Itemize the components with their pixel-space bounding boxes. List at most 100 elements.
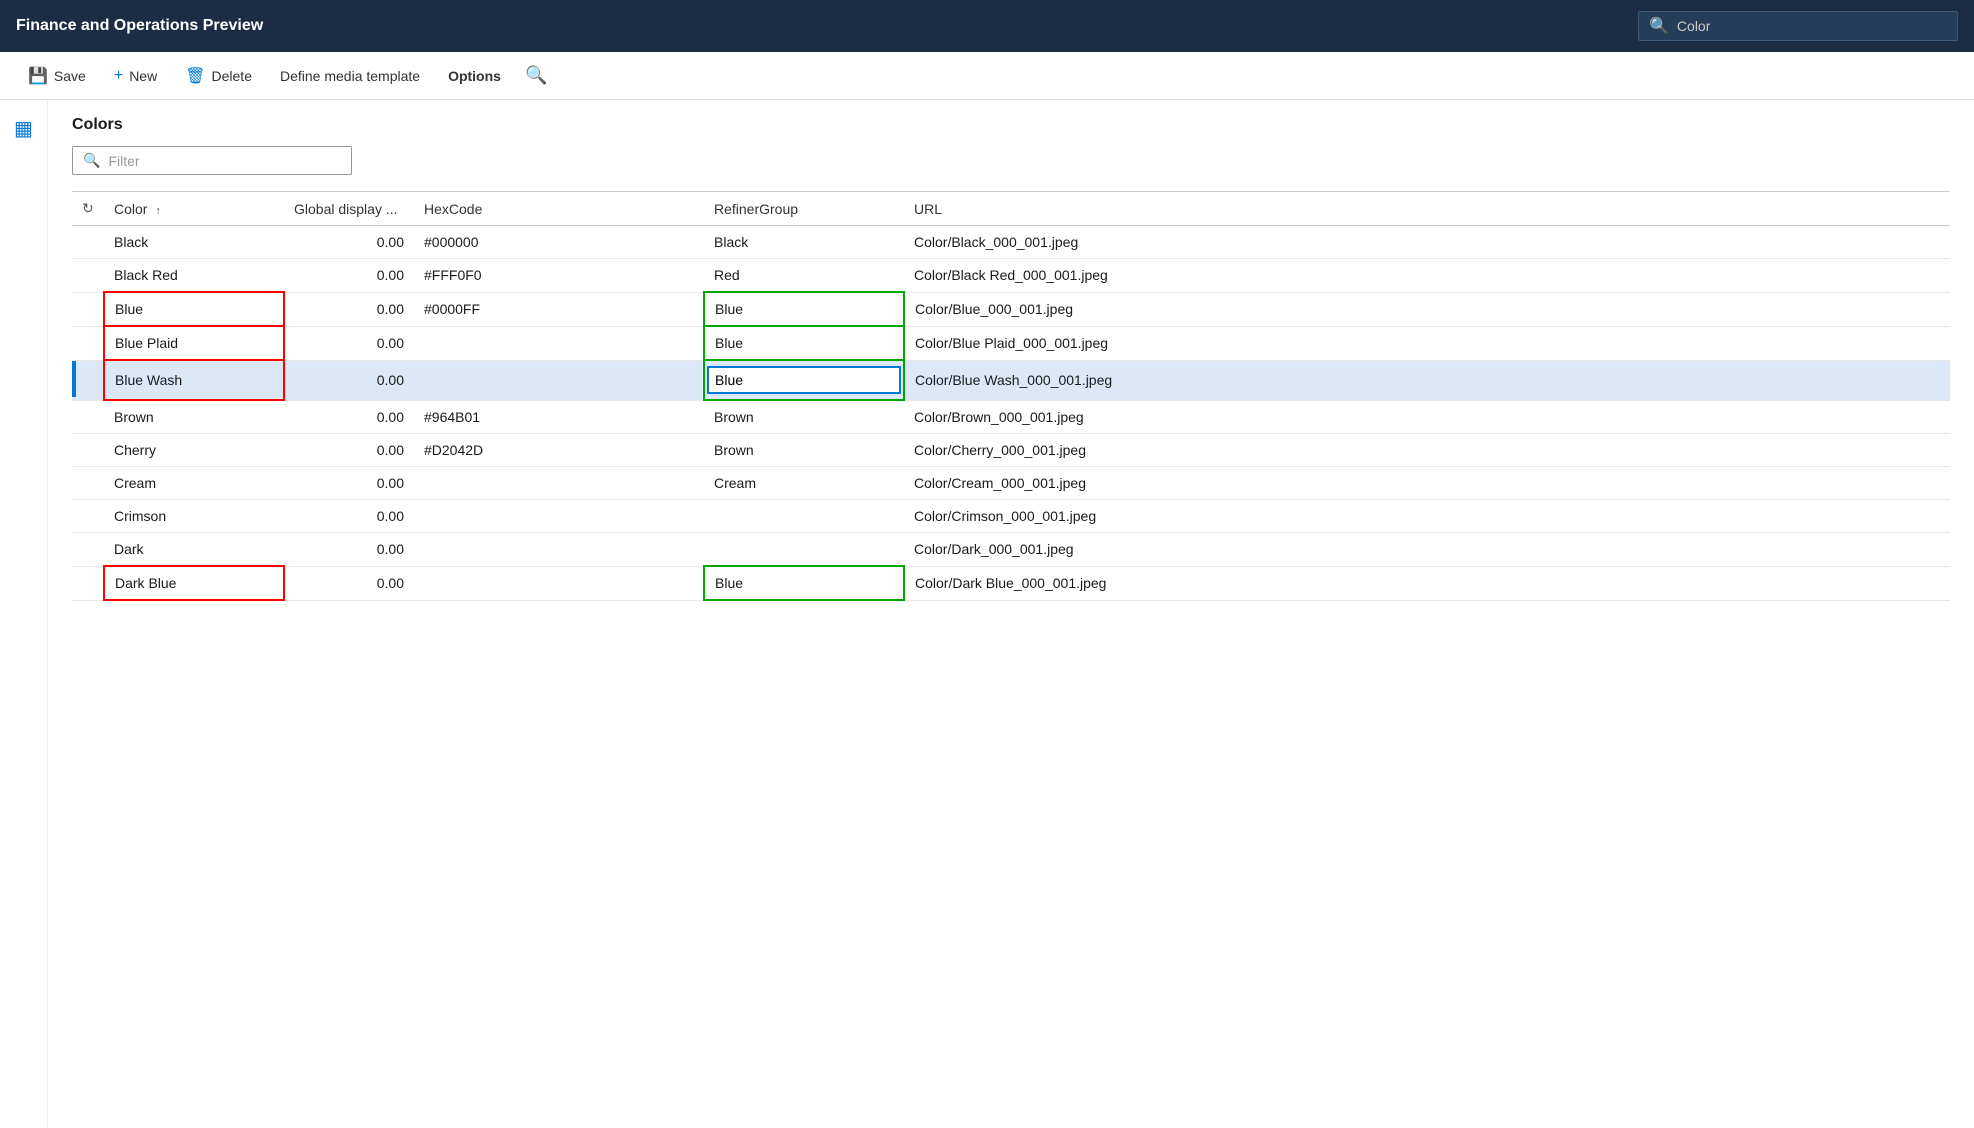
refiner-group-cell[interactable]: Brown xyxy=(704,400,904,434)
table-row[interactable]: Brown0.00#964B01BrownColor/Brown_000_001… xyxy=(72,400,1950,434)
table-header-row: ↻ Color ↑ Global display ... HexCode Ref… xyxy=(72,192,1950,226)
color-cell: Black xyxy=(104,226,284,259)
define-media-label: Define media template xyxy=(280,68,420,84)
section-title: Colors xyxy=(72,116,1950,134)
url-cell: Color/Cream_000_001.jpeg xyxy=(904,467,1950,500)
sidebar-filter: ▦ xyxy=(0,100,48,1128)
global-display-cell: 0.00 xyxy=(284,467,414,500)
hexcode-cell xyxy=(414,326,704,360)
refiner-group-cell[interactable]: Blue xyxy=(704,326,904,360)
new-label: New xyxy=(129,68,157,84)
refiner-group-cell[interactable]: Blue xyxy=(704,292,904,326)
url-cell: Color/Blue_000_001.jpeg xyxy=(904,292,1950,326)
global-display-column-header[interactable]: Global display ... xyxy=(284,192,414,226)
hexcode-cell xyxy=(414,566,704,600)
refiner-group-edit-input[interactable] xyxy=(707,366,901,394)
table-row[interactable]: Black Red0.00#FFF0F0RedColor/Black Red_0… xyxy=(72,259,1950,293)
global-search-box[interactable]: 🔍 xyxy=(1638,11,1958,41)
url-cell: Color/Crimson_000_001.jpeg xyxy=(904,500,1950,533)
options-label: Options xyxy=(448,68,501,84)
content-area: Colors 🔍 ↻ Color ↑ Global display ... xyxy=(48,100,1974,1128)
refiner-group-cell[interactable] xyxy=(704,360,904,400)
hexcode-cell xyxy=(414,533,704,567)
global-display-cell: 0.00 xyxy=(284,533,414,567)
define-media-button[interactable]: Define media template xyxy=(268,62,432,90)
row-indicator-cell xyxy=(72,566,104,600)
filter-icon[interactable]: ▦ xyxy=(14,116,33,1128)
table-row[interactable]: Blue Plaid0.00BlueColor/Blue Plaid_000_0… xyxy=(72,326,1950,360)
refiner-group-cell[interactable] xyxy=(704,500,904,533)
refresh-icon[interactable]: ↻ xyxy=(82,200,94,216)
global-display-cell: 0.00 xyxy=(284,434,414,467)
app-title: Finance and Operations Preview xyxy=(16,17,1618,35)
url-cell: Color/Blue Plaid_000_001.jpeg xyxy=(904,326,1950,360)
search-icon: 🔍 xyxy=(1649,16,1669,36)
delete-button[interactable]: 🗑 Delete xyxy=(173,60,264,92)
url-cell: Color/Cherry_000_001.jpeg xyxy=(904,434,1950,467)
url-cell: Color/Dark Blue_000_001.jpeg xyxy=(904,566,1950,600)
url-cell: Color/Brown_000_001.jpeg xyxy=(904,400,1950,434)
row-indicator-cell xyxy=(72,226,104,259)
filter-search-icon: 🔍 xyxy=(83,152,100,169)
color-cell: Dark Blue xyxy=(104,566,284,600)
row-indicator-cell xyxy=(72,292,104,326)
table-row[interactable]: Blue Wash0.00Color/Blue Wash_000_001.jpe… xyxy=(72,360,1950,400)
refiner-group-cell[interactable]: Cream xyxy=(704,467,904,500)
global-display-cell: 0.00 xyxy=(284,566,414,600)
refiner-group-cell[interactable]: Black xyxy=(704,226,904,259)
new-button[interactable]: + New xyxy=(102,61,169,91)
url-cell: Color/Black_000_001.jpeg xyxy=(904,226,1950,259)
hexcode-column-header[interactable]: HexCode xyxy=(414,192,704,226)
table-row[interactable]: Dark0.00 Color/Dark_000_001.jpeg xyxy=(72,533,1950,567)
filter-input-wrap[interactable]: 🔍 xyxy=(72,146,352,175)
row-indicator-cell xyxy=(72,400,104,434)
refiner-group-cell[interactable] xyxy=(704,533,904,567)
color-cell: Crimson xyxy=(104,500,284,533)
filter-input[interactable] xyxy=(108,153,341,169)
table-row[interactable]: Dark Blue0.00 BlueColor/Dark Blue_000_001… xyxy=(72,566,1950,600)
sort-arrow-icon: ↑ xyxy=(155,205,161,217)
refiner-group-cell[interactable]: Blue xyxy=(704,566,904,600)
color-cell: Brown xyxy=(104,400,284,434)
refresh-header[interactable]: ↻ xyxy=(72,192,104,226)
top-bar: Finance and Operations Preview 🔍 xyxy=(0,0,1974,52)
hexcode-cell: #FFF0F0 xyxy=(414,259,704,293)
refiner-column-header[interactable]: RefinerGroup xyxy=(704,192,904,226)
url-cell: Color/Blue Wash_000_001.jpeg xyxy=(904,360,1950,400)
url-cell: Color/Dark_000_001.jpeg xyxy=(904,533,1950,567)
color-cell: Cream xyxy=(104,467,284,500)
color-cell: Dark xyxy=(104,533,284,567)
options-button[interactable]: Options xyxy=(436,62,513,90)
save-button[interactable]: 💾 Save xyxy=(16,60,98,92)
hexcode-cell: #0000FF xyxy=(414,292,704,326)
refiner-group-cell[interactable]: Red xyxy=(704,259,904,293)
toolbar: 💾 Save + New 🗑 Delete Define media templ… xyxy=(0,52,1974,100)
table-row[interactable]: Crimson0.00Color/Crimson_000_001.jpeg xyxy=(72,500,1950,533)
hexcode-cell: #D2042D xyxy=(414,434,704,467)
refiner-group-cell[interactable]: Brown xyxy=(704,434,904,467)
global-display-cell: 0.00 xyxy=(284,292,414,326)
save-icon: 💾 xyxy=(28,66,48,86)
delete-label: Delete xyxy=(212,68,252,84)
row-selected-indicator xyxy=(72,361,76,397)
toolbar-search-icon[interactable]: 🔍 xyxy=(517,61,555,90)
colors-table: ↻ Color ↑ Global display ... HexCode Ref… xyxy=(72,191,1950,601)
url-column-header[interactable]: URL xyxy=(904,192,1950,226)
global-search-input[interactable] xyxy=(1677,18,1947,34)
hexcode-cell xyxy=(414,467,704,500)
table-row[interactable]: Cream0.00CreamColor/Cream_000_001.jpeg xyxy=(72,467,1950,500)
global-display-cell: 0.00 xyxy=(284,400,414,434)
color-cell: Blue Plaid xyxy=(104,326,284,360)
row-indicator-cell xyxy=(72,500,104,533)
table-row[interactable]: Blue0.00#0000FFBlueColor/Blue_000_001.jp… xyxy=(72,292,1950,326)
delete-icon: 🗑 xyxy=(185,66,205,86)
color-cell: Blue xyxy=(104,292,284,326)
row-indicator-cell xyxy=(72,533,104,567)
color-cell: Cherry xyxy=(104,434,284,467)
table-row[interactable]: Black0.00#000000BlackColor/Black_000_001… xyxy=(72,226,1950,259)
color-column-header[interactable]: Color ↑ xyxy=(104,192,284,226)
hexcode-cell xyxy=(414,500,704,533)
main-area: ▦ Colors 🔍 ↻ Color ↑ Globa xyxy=(0,100,1974,1128)
table-row[interactable]: Cherry0.00#D2042DBrownColor/Cherry_000_0… xyxy=(72,434,1950,467)
color-cell: Black Red xyxy=(104,259,284,293)
